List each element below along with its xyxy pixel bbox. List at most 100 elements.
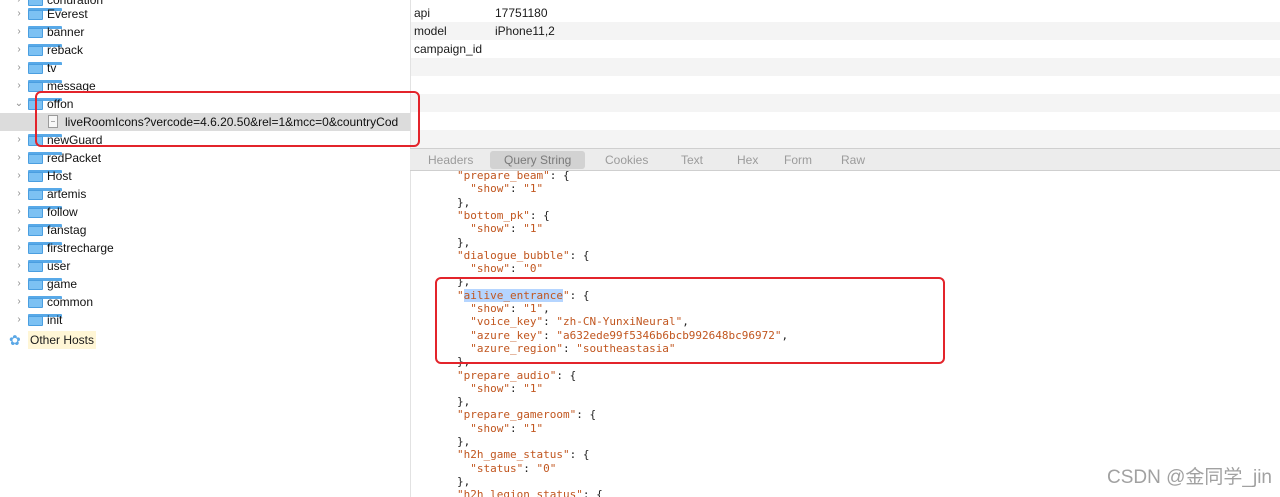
chevron-right-icon[interactable]: › xyxy=(14,59,24,77)
tree-item-folder[interactable]: › fanstag xyxy=(0,221,410,239)
chevron-down-icon[interactable]: ⌄ xyxy=(14,95,24,113)
query-param-row[interactable] xyxy=(411,76,1280,94)
query-string-table: api 17751180 model iPhone11,2 campaign_id xyxy=(410,0,1280,148)
code-line: }, xyxy=(457,395,471,409)
chevron-right-icon[interactable]: › xyxy=(14,77,24,95)
code-line: }, xyxy=(457,474,471,488)
tab-cookies[interactable]: Cookies xyxy=(591,151,662,169)
folder-icon xyxy=(28,26,62,38)
watermark: CSDN @金同学_jin xyxy=(1107,467,1272,488)
tree-item-folder[interactable]: › init xyxy=(0,311,410,329)
chevron-right-icon[interactable]: › xyxy=(14,149,24,167)
chevron-right-icon[interactable]: › xyxy=(14,257,24,275)
param-value: 17751180 xyxy=(495,6,548,20)
tree-item-label: Everest xyxy=(47,7,88,21)
tree-item-label: init xyxy=(47,313,63,327)
tree-item-folder[interactable]: › game xyxy=(0,275,410,293)
tree-item-folder[interactable]: › banner xyxy=(0,23,410,41)
tree-item-folder[interactable]: › Host xyxy=(0,167,410,185)
tree-item-folder[interactable]: › common xyxy=(0,293,410,311)
chevron-right-icon[interactable]: › xyxy=(14,41,24,59)
code-line: "show": "1" xyxy=(470,222,544,236)
tree-item-label: game xyxy=(47,277,78,291)
tree-other-hosts[interactable]: ✿ Other Hosts xyxy=(0,331,410,349)
tree-item-folder[interactable]: › reback xyxy=(0,41,410,59)
chevron-right-icon[interactable]: › xyxy=(14,185,24,203)
folder-icon xyxy=(28,260,62,272)
folder-icon xyxy=(28,314,62,326)
code-line: "show": "0" xyxy=(470,262,544,276)
query-param-row[interactable] xyxy=(411,94,1280,112)
code-line: "show": "1" xyxy=(470,421,544,435)
query-param-row[interactable] xyxy=(411,58,1280,76)
folder-icon xyxy=(28,62,62,74)
tree-item-folder[interactable]: › follow xyxy=(0,203,410,221)
query-param-row[interactable]: model iPhone11,2 xyxy=(411,22,1280,40)
folder-icon xyxy=(28,44,62,56)
param-key: campaign_id xyxy=(414,42,483,56)
tree-item-label: redPacket xyxy=(47,151,102,165)
tree-item-label: common xyxy=(47,295,94,309)
chevron-right-icon[interactable]: › xyxy=(14,293,24,311)
tree-item-folder[interactable]: › artemis xyxy=(0,185,410,203)
chevron-right-icon[interactable]: › xyxy=(14,275,24,293)
param-key: api xyxy=(414,6,431,20)
param-value: iPhone11,2 xyxy=(495,24,555,38)
folder-icon xyxy=(28,224,62,236)
tree-item-label: fanstag xyxy=(47,223,87,237)
code-line: "dialogue_bubble": { xyxy=(457,248,590,262)
code-line: "status": "0" xyxy=(470,461,557,475)
code-line: "show": "1" xyxy=(470,182,544,196)
chevron-right-icon[interactable]: › xyxy=(14,131,24,149)
tab-hex[interactable]: Hex xyxy=(723,151,772,169)
query-param-row[interactable]: api 17751180 xyxy=(411,4,1280,22)
tree-item-folder[interactable]: › Everest xyxy=(0,5,410,23)
chevron-right-icon[interactable]: › xyxy=(14,239,24,257)
param-key: model xyxy=(414,24,447,38)
folder-icon xyxy=(28,152,62,164)
code-line: "prepare_beam": { xyxy=(457,171,570,182)
code-line: "prepare_gameroom": { xyxy=(457,408,597,422)
host-tree: › conuration ›Everest›banner›reback›tv›m… xyxy=(0,0,410,497)
annotation-box-request xyxy=(35,91,420,147)
folder-icon xyxy=(28,8,62,20)
code-line: }, xyxy=(457,195,471,209)
code-line: }, xyxy=(457,235,471,249)
tree-item-label: banner xyxy=(47,25,85,39)
query-param-row[interactable] xyxy=(411,112,1280,130)
tree-item-folder[interactable]: › tv xyxy=(0,59,410,77)
chevron-right-icon[interactable]: › xyxy=(14,5,24,23)
tree-item-label: Host xyxy=(47,169,72,183)
tab-headers[interactable]: Headers xyxy=(414,151,487,169)
query-param-row[interactable] xyxy=(411,130,1280,148)
tab-text[interactable]: Text xyxy=(667,151,717,169)
inspector-tab-bar: Headers Query String Cookies Text Hex Form Raw xyxy=(410,148,1280,171)
tree-item-label: firstrecharge xyxy=(47,241,114,255)
code-line: "prepare_audio": { xyxy=(457,368,577,382)
code-line: "h2h_legion_status": { xyxy=(457,488,603,497)
tree-item-label: tv xyxy=(47,61,57,75)
chevron-right-icon[interactable]: › xyxy=(14,23,24,41)
chevron-right-icon[interactable]: › xyxy=(14,203,24,221)
annotation-box-ailive-entrance xyxy=(435,277,945,364)
chevron-right-icon[interactable]: › xyxy=(14,221,24,239)
tree-item-folder[interactable]: › user xyxy=(0,257,410,275)
chevron-right-icon[interactable]: › xyxy=(14,311,24,329)
folder-icon xyxy=(28,278,62,290)
code-line: "bottom_pk": { xyxy=(457,208,550,222)
tab-raw[interactable]: Raw xyxy=(827,151,879,169)
code-line: }, xyxy=(457,435,471,448)
query-param-row[interactable]: campaign_id xyxy=(411,40,1280,58)
folder-icon xyxy=(28,206,62,218)
code-line: "show": "1" xyxy=(470,381,544,395)
tree-item-label: reback xyxy=(47,43,84,57)
folder-icon xyxy=(28,242,62,254)
tab-form[interactable]: Form xyxy=(770,151,826,169)
tree-item-folder[interactable]: › firstrecharge xyxy=(0,239,410,257)
folder-icon xyxy=(28,296,62,308)
tree-item-folder[interactable]: › redPacket xyxy=(0,149,410,167)
folder-icon xyxy=(28,188,62,200)
tab-query-string[interactable]: Query String xyxy=(490,151,586,169)
tree-item-label: artemis xyxy=(47,187,87,201)
chevron-right-icon[interactable]: › xyxy=(14,167,24,185)
